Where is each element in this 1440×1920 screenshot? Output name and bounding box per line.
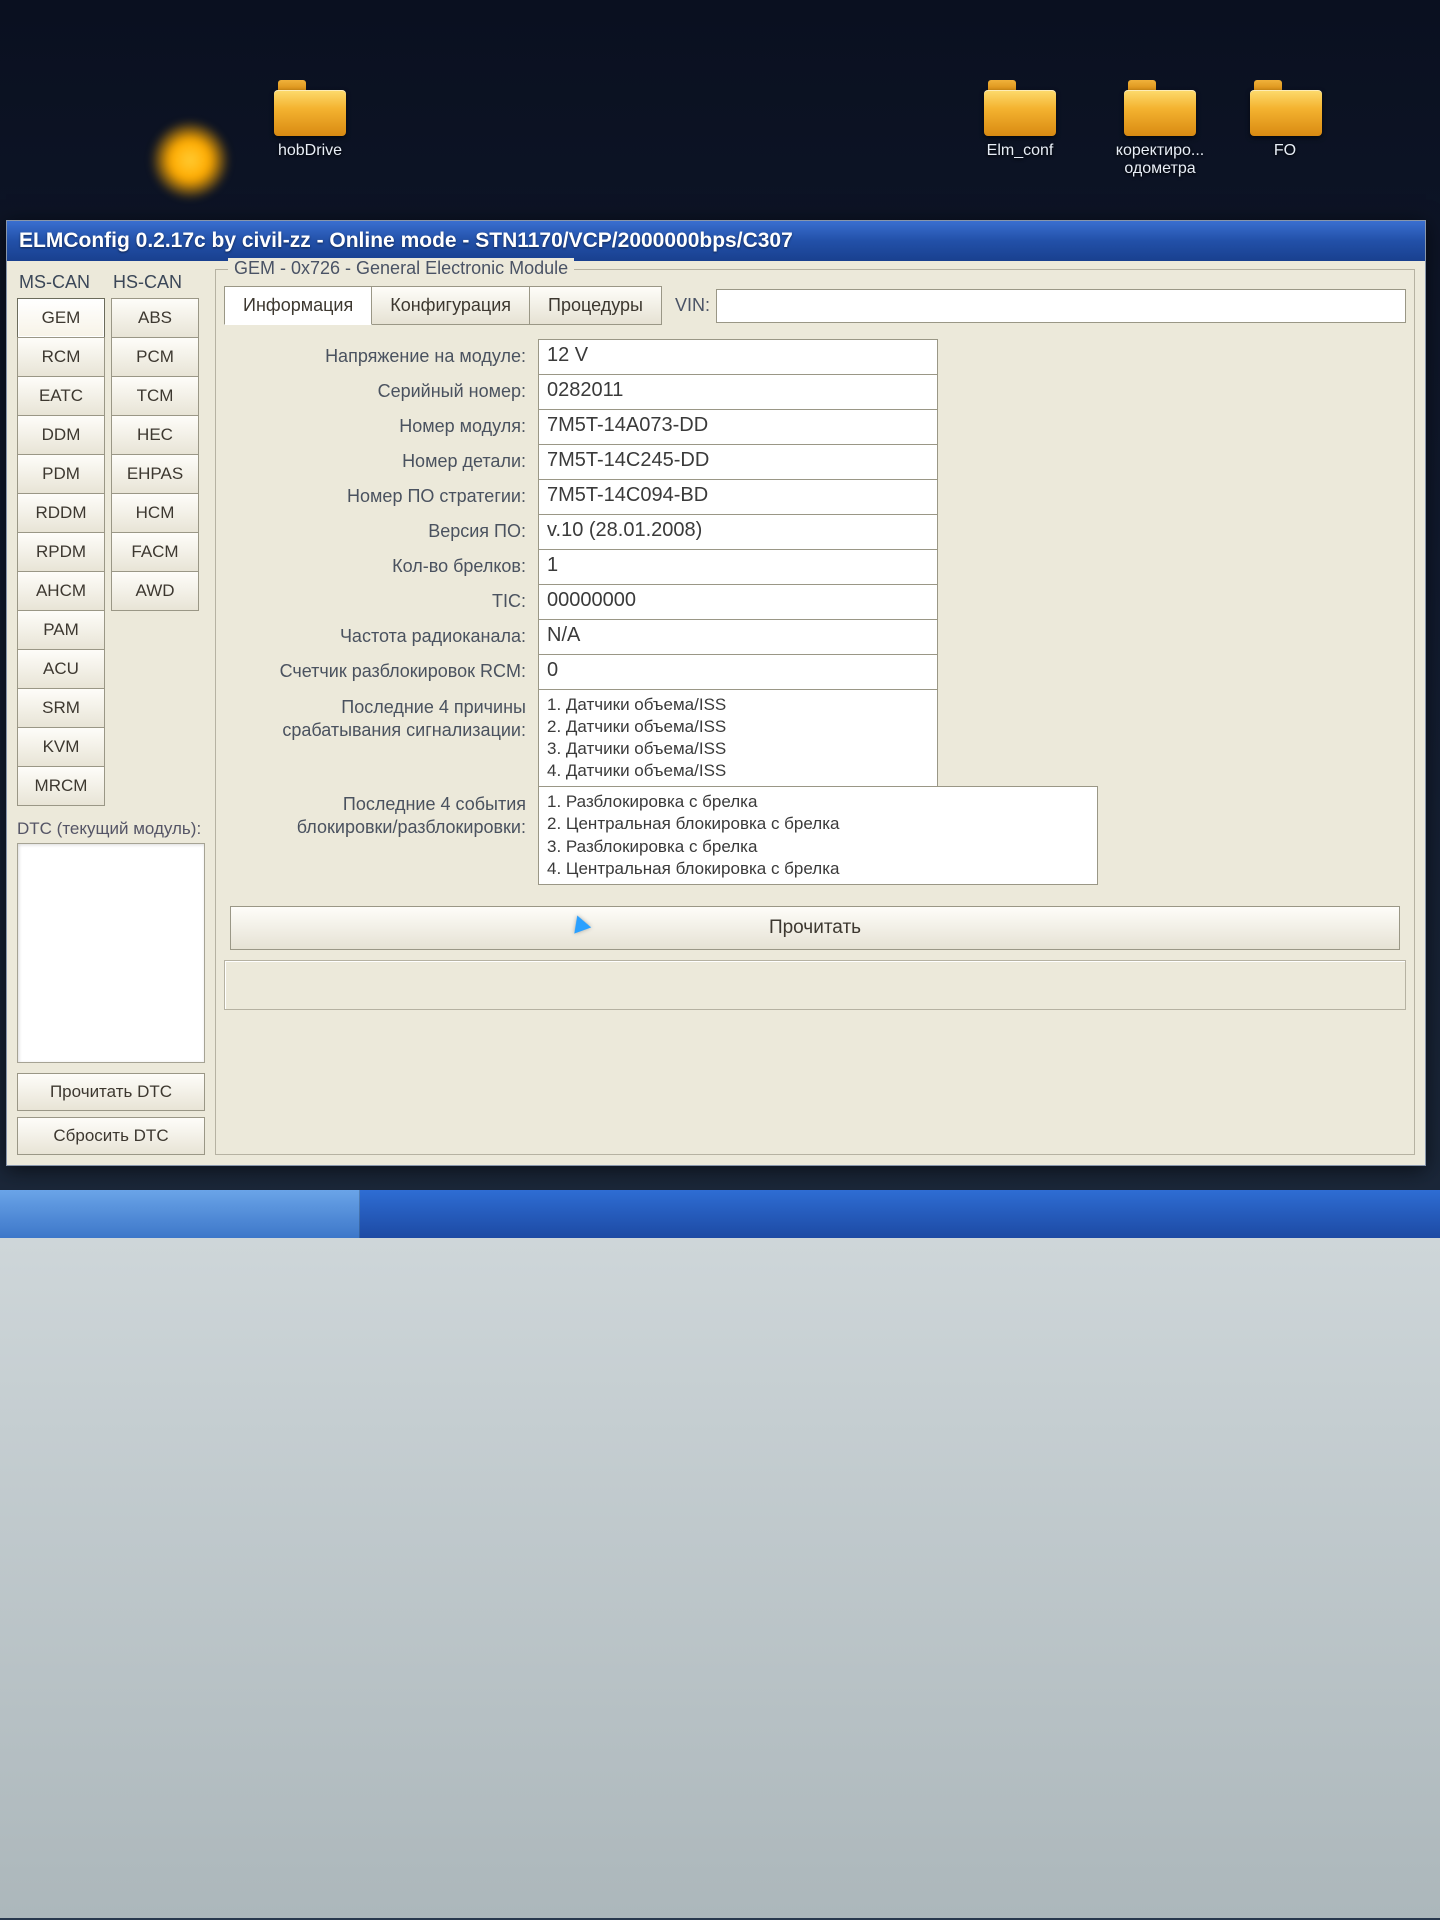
module-button-pdm[interactable]: PDM: [17, 454, 105, 494]
value-voltage: 12 V: [538, 339, 938, 375]
value-fob-count: 1: [538, 549, 938, 585]
tab-procedures[interactable]: Процедуры: [529, 286, 662, 325]
module-button-ahcm[interactable]: AHCM: [17, 571, 105, 611]
value-serial: 0282011: [538, 374, 938, 410]
module-button-facm[interactable]: FACM: [111, 532, 199, 572]
value-strategy: 7M5T-14C094-BD: [538, 479, 938, 515]
tab-configuration[interactable]: Конфигурация: [371, 286, 530, 325]
label-firmware: Версия ПО:: [228, 514, 528, 549]
module-button-gem[interactable]: GEM: [17, 298, 105, 338]
desktop-icon-label: коректиро... одометра: [1100, 142, 1220, 178]
folder-icon: [1124, 80, 1196, 136]
offscreen-surface: [0, 1238, 1440, 1918]
value-lock-events: 1. Разблокировка с брелка 2. Центральная…: [538, 786, 1098, 884]
taskbar-app-button[interactable]: [0, 1190, 360, 1238]
value-firmware: v.10 (28.01.2008): [538, 514, 938, 550]
folder-icon: [984, 80, 1056, 136]
vin-field-wrap: VIN:: [675, 289, 1406, 323]
window-body: MS-CAN GEM RCM EATC DDM PDM RDDM RPDM AH…: [7, 261, 1425, 1165]
desktop-folder-elmconf[interactable]: Elm_conf: [960, 80, 1080, 160]
module-button-acu[interactable]: ACU: [17, 649, 105, 689]
module-button-rddm[interactable]: RDDM: [17, 493, 105, 533]
module-button-tcm[interactable]: TCM: [111, 376, 199, 416]
module-button-srm[interactable]: SRM: [17, 688, 105, 728]
desktop: hobDrive Elm_conf коректиро... одометра …: [0, 0, 1440, 220]
module-button-rcm[interactable]: RCM: [17, 337, 105, 377]
folder-icon: [1250, 80, 1322, 136]
module-button-pcm[interactable]: PCM: [111, 337, 199, 377]
window-titlebar[interactable]: ELMConfig 0.2.17c by civil-zz - Online m…: [7, 221, 1425, 261]
value-tic: 00000000: [538, 584, 938, 620]
desktop-icon-label: FO: [1250, 142, 1320, 160]
status-bar: [224, 960, 1406, 1010]
module-button-eatc[interactable]: EATC: [17, 376, 105, 416]
dtc-label: DTC (текущий модуль):: [17, 819, 205, 839]
vin-input[interactable]: [716, 289, 1406, 323]
module-button-ehpas[interactable]: EHPAS: [111, 454, 199, 494]
module-button-awd[interactable]: AWD: [111, 571, 199, 611]
dtc-section: DTC (текущий модуль): Прочитать DTC Сбро…: [17, 819, 205, 1155]
light-glare: [150, 120, 230, 200]
clear-dtc-button[interactable]: Сбросить DTC: [17, 1117, 205, 1155]
vin-label: VIN:: [675, 295, 710, 316]
module-button-pam[interactable]: PAM: [17, 610, 105, 650]
hscan-header: HS-CAN: [111, 269, 199, 298]
desktop-icon-label: Elm_conf: [960, 142, 1080, 160]
label-strategy: Номер ПО стратегии:: [228, 479, 528, 514]
value-module-number: 7M5T-14A073-DD: [538, 409, 938, 445]
desktop-folder-odometer[interactable]: коректиро... одометра: [1100, 80, 1220, 178]
module-button-rpdm[interactable]: RPDM: [17, 532, 105, 572]
info-grid: Напряжение на модуле: 12 V Серийный номе…: [228, 339, 1406, 884]
value-rcm-unlock: 0: [538, 654, 938, 690]
label-tic: TIC:: [228, 584, 528, 619]
label-voltage: Напряжение на модуле:: [228, 339, 528, 374]
module-button-hcm[interactable]: HCM: [111, 493, 199, 533]
tab-information[interactable]: Информация: [224, 286, 372, 325]
left-panel: MS-CAN GEM RCM EATC DDM PDM RDDM RPDM AH…: [17, 269, 205, 1155]
module-button-mrcm[interactable]: MRCM: [17, 766, 105, 806]
app-window: ELMConfig 0.2.17c by civil-zz - Online m…: [6, 220, 1426, 1166]
desktop-folder-fo[interactable]: FO: [1250, 80, 1320, 160]
label-lock-events: Последние 4 события блокировки/разблокир…: [228, 786, 528, 845]
taskbar[interactable]: [0, 1190, 1440, 1238]
read-button[interactable]: Прочитать: [230, 906, 1400, 950]
value-part-number: 7M5T-14C245-DD: [538, 444, 938, 480]
mscan-header: MS-CAN: [17, 269, 105, 298]
module-button-ddm[interactable]: DDM: [17, 415, 105, 455]
value-radio-freq: N/A: [538, 619, 938, 655]
panel-legend: GEM - 0x726 - General Electronic Module: [228, 258, 574, 279]
mscan-column: MS-CAN GEM RCM EATC DDM PDM RDDM RPDM AH…: [17, 269, 105, 805]
window-title: ELMConfig 0.2.17c by civil-zz - Online m…: [19, 229, 793, 252]
label-fob-count: Кол-во брелков:: [228, 549, 528, 584]
module-button-hec[interactable]: HEC: [111, 415, 199, 455]
read-button-label: Прочитать: [769, 917, 861, 938]
cursor-arrow-icon: [569, 912, 591, 933]
read-dtc-button[interactable]: Прочитать DTC: [17, 1073, 205, 1111]
label-serial: Серийный номер:: [228, 374, 528, 409]
label-module-number: Номер модуля:: [228, 409, 528, 444]
folder-icon: [274, 80, 346, 136]
label-part-number: Номер детали:: [228, 444, 528, 479]
desktop-folder-hobdrive[interactable]: hobDrive: [250, 80, 370, 160]
label-radio-freq: Частота радиоканала:: [228, 619, 528, 654]
module-button-kvm[interactable]: KVM: [17, 727, 105, 767]
module-columns: MS-CAN GEM RCM EATC DDM PDM RDDM RPDM AH…: [17, 269, 205, 805]
label-rcm-unlock: Счетчик разблокировок RCM:: [228, 654, 528, 689]
main-panel: GEM - 0x726 - General Electronic Module …: [215, 269, 1415, 1155]
value-alarm-reasons: 1. Датчики объема/ISS 2. Датчики объема/…: [538, 689, 938, 787]
hscan-column: HS-CAN ABS PCM TCM HEC EHPAS HCM FACM AW…: [111, 269, 199, 805]
dtc-listbox[interactable]: [17, 843, 205, 1063]
tab-bar: Информация Конфигурация Процедуры VIN:: [224, 286, 1406, 325]
module-button-abs[interactable]: ABS: [111, 298, 199, 338]
label-alarm-reasons: Последние 4 причины срабатывания сигнали…: [228, 689, 528, 748]
desktop-icon-label: hobDrive: [250, 142, 370, 160]
